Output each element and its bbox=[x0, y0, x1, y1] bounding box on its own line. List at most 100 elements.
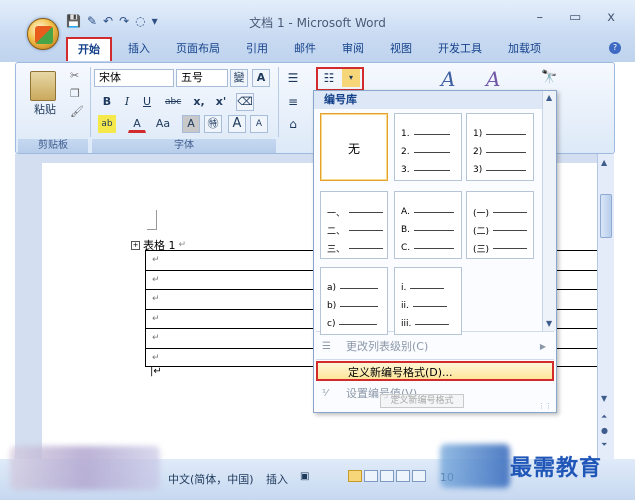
blurred-overlay bbox=[10, 446, 160, 490]
tab-view[interactable]: 视图 bbox=[380, 38, 422, 60]
numbering-rule bbox=[413, 211, 454, 213]
numbering-tile[interactable]: 1) 2) 3) bbox=[466, 113, 534, 181]
set-value-icon: ⅟ bbox=[322, 388, 328, 399]
gallery-scrollbar[interactable]: ▲ ▼ bbox=[542, 91, 556, 331]
phonetic-guide-button[interactable]: 變 bbox=[230, 69, 248, 87]
align-left-icon[interactable]: ≡ bbox=[284, 93, 302, 111]
maximize-button[interactable]: ▭ bbox=[569, 10, 581, 25]
office-button[interactable] bbox=[27, 18, 59, 50]
grow-font-button[interactable]: A bbox=[228, 115, 246, 133]
numbering-rule bbox=[415, 323, 450, 325]
char-shading-button[interactable]: A bbox=[182, 115, 200, 133]
list-level-icon: ☰ bbox=[322, 341, 331, 352]
font-color-button[interactable]: A bbox=[128, 115, 146, 133]
numbering-marker: (三) bbox=[473, 244, 490, 255]
italic-button[interactable]: I bbox=[118, 93, 136, 111]
define-new-number-format-menu-item[interactable]: 定义新编号格式(D)... bbox=[316, 361, 554, 381]
underline-button[interactable]: U bbox=[138, 93, 156, 111]
numbering-marker: 1. bbox=[401, 129, 410, 139]
gallery-scroll-down-icon[interactable]: ▼ bbox=[546, 319, 552, 328]
scroll-up-icon[interactable]: ▲ bbox=[601, 158, 607, 167]
format-painter-brush-icon[interactable]: 🖌 bbox=[70, 105, 84, 118]
numbering-marker: C. bbox=[401, 243, 411, 253]
help-icon[interactable]: ? bbox=[609, 42, 621, 54]
web-layout-view-icon[interactable] bbox=[380, 470, 394, 482]
next-page-icon[interactable]: ⏷ bbox=[601, 440, 607, 450]
numbering-tile-line: iii. bbox=[401, 318, 450, 330]
outline-view-icon[interactable] bbox=[396, 470, 410, 482]
tab-addins[interactable]: 加载项 bbox=[498, 38, 551, 60]
paste-button-label[interactable]: 粘贴 bbox=[34, 101, 56, 117]
numbering-rule bbox=[349, 229, 384, 231]
numbering-tile-line: 3) bbox=[473, 164, 527, 176]
font-name-select[interactable]: 宋体 bbox=[94, 69, 174, 87]
print-layout-view-icon[interactable] bbox=[348, 470, 362, 482]
shading-icon[interactable]: ⌂ bbox=[284, 115, 302, 133]
tab-insert[interactable]: 插入 bbox=[118, 38, 160, 60]
tab-developer[interactable]: 开发工具 bbox=[428, 38, 492, 60]
vertical-scrollbar[interactable]: ▲ ▼ ⏶ ● ⏷ bbox=[597, 154, 614, 459]
tab-review[interactable]: 审阅 bbox=[332, 38, 374, 60]
numbering-tile-none[interactable]: 无 bbox=[320, 113, 388, 181]
tab-page-layout[interactable]: 页面布局 bbox=[166, 38, 230, 60]
numbering-button-highlight bbox=[316, 67, 364, 91]
view-buttons bbox=[348, 470, 426, 482]
vertical-scroll-thumb[interactable] bbox=[600, 194, 612, 238]
table-move-handle-icon[interactable]: + bbox=[131, 240, 140, 250]
resize-grip-icon[interactable]: ⋮⋮ bbox=[538, 402, 552, 410]
style-gallery-a2-icon[interactable]: A bbox=[486, 67, 500, 91]
numbering-tile-line: C. bbox=[401, 242, 455, 254]
numbering-rule bbox=[493, 247, 528, 249]
minimize-button[interactable]: – bbox=[537, 10, 544, 25]
strikethrough-button[interactable]: abc bbox=[164, 93, 182, 111]
browse-object-icon[interactable]: ● bbox=[601, 426, 608, 435]
style-gallery-a-icon[interactable]: A bbox=[441, 67, 455, 91]
numbering-rule bbox=[349, 211, 384, 213]
numbering-tile-line: (三) bbox=[473, 242, 528, 255]
paste-icon[interactable] bbox=[30, 71, 56, 101]
draft-view-icon[interactable] bbox=[412, 470, 426, 482]
numbering-tile[interactable]: A. B. C. bbox=[394, 191, 462, 259]
gallery-scroll-up-icon[interactable]: ▲ bbox=[546, 93, 552, 102]
tab-home[interactable]: 开始 bbox=[66, 37, 112, 61]
scroll-down-icon[interactable]: ▼ bbox=[601, 394, 607, 403]
highlight-button[interactable]: ab bbox=[98, 115, 116, 133]
prev-page-icon[interactable]: ⏶ bbox=[601, 412, 607, 422]
insert-mode-indicator[interactable]: 插入 bbox=[266, 471, 288, 487]
language-indicator[interactable]: 中文(简体，中国) bbox=[168, 471, 254, 487]
superscript-button[interactable]: x' bbox=[212, 93, 230, 111]
numbering-tile[interactable]: (一) (二) (三) bbox=[466, 191, 534, 259]
numbering-rule bbox=[413, 133, 450, 135]
numbering-tile-line: (一) bbox=[473, 206, 528, 219]
tab-references[interactable]: 引用 bbox=[236, 38, 278, 60]
numbering-rule bbox=[340, 287, 379, 289]
numbering-marker: (一) bbox=[473, 208, 490, 219]
enclose-char-button[interactable]: ㊕ bbox=[204, 115, 222, 133]
blurred-overlay bbox=[440, 444, 510, 488]
bold-button[interactable]: B bbox=[98, 93, 116, 111]
full-screen-view-icon[interactable] bbox=[364, 470, 378, 482]
numbering-tile-line: A. bbox=[401, 206, 454, 218]
font-size-select[interactable]: 五号 bbox=[176, 69, 228, 87]
numbering-tile-line: i. bbox=[401, 282, 445, 294]
close-button[interactable]: x bbox=[607, 10, 615, 25]
numbering-tile[interactable]: i. ii. iii. bbox=[394, 267, 462, 335]
change-case-button[interactable]: Aa bbox=[154, 115, 172, 133]
numbering-tile-line: a) bbox=[327, 282, 379, 294]
char-border-button[interactable]: A bbox=[252, 69, 270, 87]
macro-record-icon[interactable]: ▣ bbox=[300, 471, 309, 482]
numbering-tile[interactable]: 一、 二、 三、 bbox=[320, 191, 388, 259]
numbering-marker: B. bbox=[401, 225, 411, 235]
subscript-button[interactable]: x, bbox=[190, 93, 208, 111]
shrink-font-button[interactable]: A bbox=[250, 115, 268, 133]
copy-icon[interactable]: ❐ bbox=[70, 87, 80, 100]
bullets-icon[interactable]: ☰ bbox=[284, 69, 302, 87]
tab-mailings[interactable]: 邮件 bbox=[284, 38, 326, 60]
numbering-tile[interactable]: a) b) c) bbox=[320, 267, 388, 335]
cut-icon[interactable]: ✂ bbox=[70, 69, 79, 82]
find-icon[interactable]: 🔭 bbox=[540, 69, 558, 87]
change-list-level-menu-item[interactable]: ☰ 更改列表级别(C) ▶ bbox=[316, 337, 554, 357]
clear-format-icon[interactable]: ⌫ bbox=[236, 93, 254, 111]
numbering-tile[interactable]: 1. 2. 3. bbox=[394, 113, 462, 181]
numbering-marker: 3. bbox=[401, 165, 410, 175]
